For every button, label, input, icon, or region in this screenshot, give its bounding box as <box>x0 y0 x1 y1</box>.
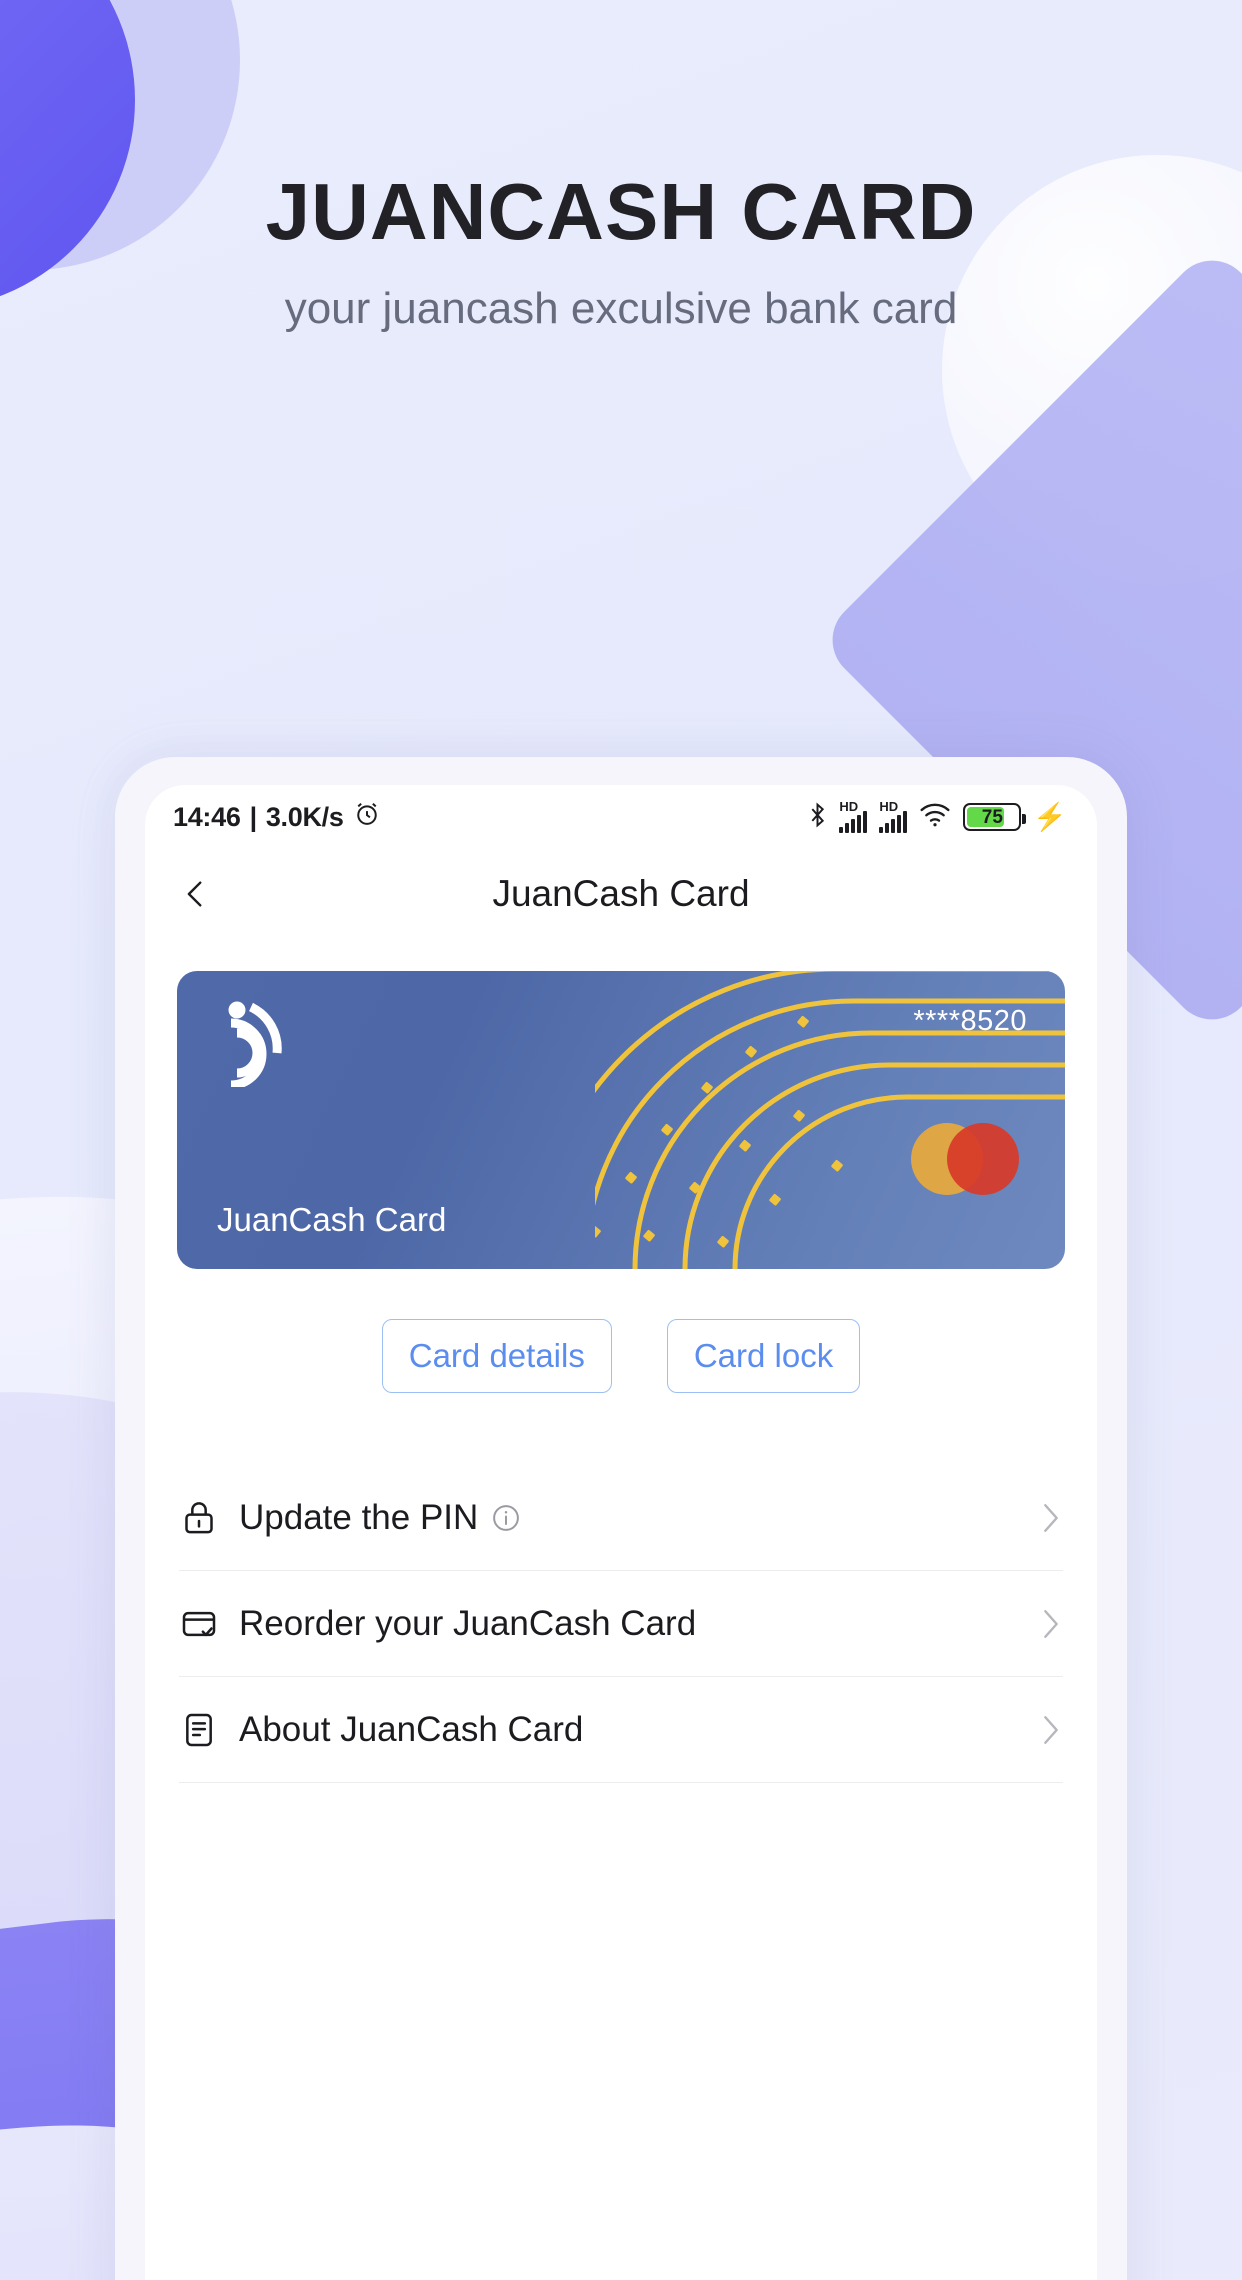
battery-level-label: 75 <box>981 806 1003 828</box>
card-lock-button[interactable]: Card lock <box>666 1319 861 1393</box>
chevron-right-icon <box>1039 1607 1063 1641</box>
promo-page: JUANCASH CARD your juancash exculsive ba… <box>0 0 1242 2280</box>
card-actions: Card details Card lock <box>145 1319 1097 1393</box>
juancash-wave-logo-icon <box>221 1001 293 1092</box>
list-item-update-pin[interactable]: Update the PIN <box>179 1465 1063 1571</box>
chevron-right-icon <box>1039 1713 1063 1747</box>
card-product-name: JuanCash Card <box>217 1201 447 1238</box>
status-network-speed: 3.0K/s <box>265 801 344 832</box>
status-bar-left: 14:46 | 3.0K/s <box>173 800 381 835</box>
list-item-label: About JuanCash Card <box>239 1709 584 1749</box>
list-item-reorder-card[interactable]: Reorder your JuanCash Card <box>179 1571 1063 1677</box>
signal-1-hd-label: HD <box>839 798 859 814</box>
bank-card[interactable]: ****8520 JuanCash Card <box>177 971 1065 1269</box>
app-header: JuanCash Card <box>145 849 1097 939</box>
status-bar-right: HD HD 75 ⚡ <box>808 798 1067 833</box>
cellular-signal-1-icon: HD <box>839 798 868 833</box>
battery-icon: 75 <box>963 803 1027 831</box>
bluetooth-icon <box>808 801 827 833</box>
page-title: JuanCash Card <box>492 873 750 914</box>
phone-mockup-frame: 14:46 | 3.0K/s HD HD 75 ⚡ JuanCash Card … <box>115 757 1127 2280</box>
mastercard-icon <box>911 1123 1019 1195</box>
promo-subtitle: your juancash exculsive bank card <box>284 284 958 333</box>
document-lines-icon <box>179 1710 219 1750</box>
status-separator: | <box>249 801 258 832</box>
info-circle-icon[interactable] <box>491 1503 521 1533</box>
list-item-about-card[interactable]: About JuanCash Card <box>179 1677 1063 1783</box>
mastercard-red-circle <box>947 1123 1019 1195</box>
signal-2-hd-label: HD <box>879 798 899 814</box>
decor-purple-circle-top-left <box>0 0 135 310</box>
lock-icon <box>179 1498 219 1538</box>
cellular-signal-2-icon: HD <box>879 798 908 833</box>
status-bar: 14:46 | 3.0K/s HD HD 75 ⚡ <box>145 785 1097 849</box>
list-item-label: Reorder your JuanCash Card <box>239 1603 697 1643</box>
promo-title: JUANCASH CARD <box>265 167 977 256</box>
card-options-list: Update the PIN Reorder your JuanCash Car… <box>145 1465 1097 1783</box>
alarm-clock-icon <box>353 800 381 835</box>
card-masked-number: ****8520 <box>913 1005 1027 1037</box>
card-check-icon <box>179 1604 219 1644</box>
phone-screen: 14:46 | 3.0K/s HD HD 75 ⚡ JuanCash Card … <box>145 785 1097 2280</box>
wifi-icon <box>919 802 951 833</box>
chevron-right-icon <box>1039 1501 1063 1535</box>
lightning-bolt-icon: ⚡ <box>1033 801 1067 832</box>
status-time: 14:46 <box>173 801 241 832</box>
list-item-label: Update the PIN <box>239 1497 479 1537</box>
card-details-button[interactable]: Card details <box>381 1319 612 1393</box>
